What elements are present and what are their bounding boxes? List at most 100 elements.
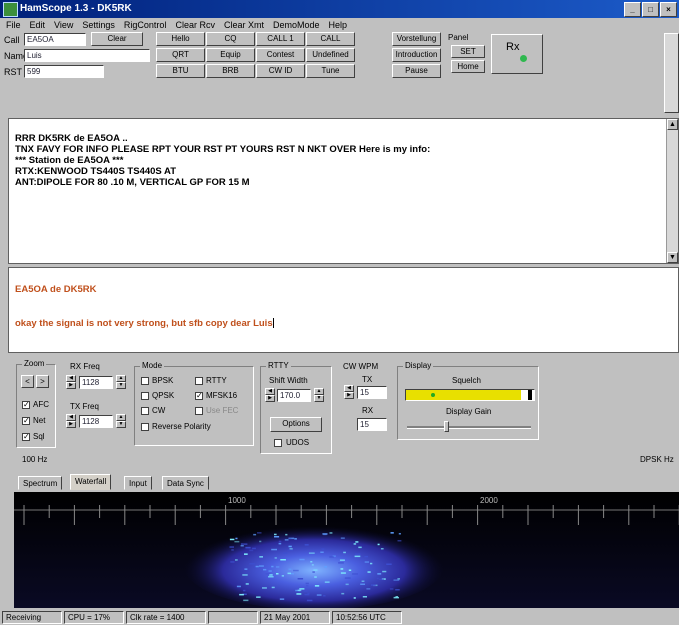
display-group: Display Squelch Display Gain xyxy=(397,361,539,440)
rxfreq-input[interactable]: 1128 xyxy=(79,376,113,389)
usefec-label: Use FEC xyxy=(206,406,239,415)
macro-qrt-button[interactable]: QRT xyxy=(156,48,205,62)
menu-demomode[interactable]: DemoMode xyxy=(273,18,320,32)
waterfall-streak xyxy=(239,593,244,596)
shift-width-spinner[interactable]: ▲ ▼ xyxy=(314,388,324,402)
udos-checkbox[interactable] xyxy=(274,439,282,447)
transmit-line-2: okay the signal is not very strong, but … xyxy=(15,318,274,329)
reverse-polarity-checkbox[interactable] xyxy=(141,423,149,431)
menu-clear-rcv[interactable]: Clear Rcv xyxy=(175,18,215,32)
tab-data-sync[interactable]: Data Sync xyxy=(162,476,209,490)
display-label: Display xyxy=(403,361,434,370)
macro-pause-button[interactable]: Pause xyxy=(392,64,441,78)
squelch-meter[interactable] xyxy=(405,389,535,401)
txfreq-left-spinner[interactable]: ◀ ▶ xyxy=(66,414,76,428)
scroll-down-icon[interactable]: ▼ xyxy=(667,252,678,263)
display-gain-thumb[interactable] xyxy=(444,421,449,432)
waterfall-streak xyxy=(344,577,351,579)
bpsk-checkbox[interactable] xyxy=(141,377,149,385)
macro-undefined-button[interactable]: Undefined xyxy=(306,48,355,62)
waterfall-tick-label-1000: 1000 xyxy=(228,496,246,505)
tab-spectrum[interactable]: Spectrum xyxy=(18,476,63,490)
tab-waterfall[interactable]: Waterfall xyxy=(70,474,112,490)
rxfreq-left-spinner[interactable]: ◀ ▶ xyxy=(66,375,76,389)
menu-file[interactable]: File xyxy=(6,18,21,32)
macro-call1-button[interactable]: CALL 1 xyxy=(256,32,305,46)
macro-call-button[interactable]: CALL xyxy=(306,32,355,46)
waterfall-streak xyxy=(353,543,357,545)
cw-tx-input[interactable]: 15 xyxy=(357,386,387,399)
transmit-pane[interactable]: EA5OA de DK5RK okay the signal is not ve… xyxy=(8,267,679,353)
macro-tune-button[interactable]: Tune xyxy=(306,64,355,78)
shift-left-spinner[interactable]: ◀ ▶ xyxy=(265,388,275,402)
sql-checkbox[interactable]: ✓ xyxy=(22,433,30,441)
txfreq-spinner[interactable]: ▲ ▼ xyxy=(116,414,126,428)
waterfall-streak xyxy=(263,568,267,571)
waterfall-streak xyxy=(367,571,371,573)
receive-pane[interactable]: RRR DK5RK de EA5OA .. TNX FAVY FOR INFO … xyxy=(8,118,679,264)
waterfall-streak xyxy=(245,546,251,549)
waterfall-streak xyxy=(313,569,318,571)
set-button[interactable]: SET xyxy=(451,45,485,58)
display-gain-track[interactable] xyxy=(407,421,531,432)
waterfall-streak xyxy=(395,589,400,591)
home-button[interactable]: Home xyxy=(451,60,485,73)
waterfall-streak xyxy=(377,543,380,546)
cw-rx-input[interactable]: 15 xyxy=(357,418,387,431)
mfsk16-checkbox[interactable]: ✓ xyxy=(195,392,203,400)
waterfall-streak xyxy=(340,572,346,574)
rxfreq-label: RX Freq xyxy=(70,362,100,371)
net-checkbox[interactable]: ✓ xyxy=(22,417,30,425)
macro-cq-button[interactable]: CQ xyxy=(206,32,255,46)
rxfreq-spinner[interactable]: ▲ ▼ xyxy=(116,375,126,389)
cw-checkbox[interactable] xyxy=(141,407,149,415)
zoom-in-button[interactable]: > xyxy=(36,375,49,388)
macro-btu-button[interactable]: BTU xyxy=(156,64,205,78)
txfreq-input[interactable]: 1128 xyxy=(79,415,113,428)
clear-button[interactable]: Clear xyxy=(91,32,143,46)
squelch-slider-thumb[interactable] xyxy=(528,390,532,400)
macro-contest-button[interactable]: Contest xyxy=(256,48,305,62)
minimize-button[interactable]: _ xyxy=(624,2,641,17)
title-bar[interactable]: HamScope 1.3 - DK5RK _ □ × xyxy=(0,0,679,18)
rtty-checkbox[interactable] xyxy=(195,377,203,385)
waterfall-streak xyxy=(340,537,345,539)
waterfall-streak xyxy=(343,551,346,554)
menu-rigcontrol[interactable]: RigControl xyxy=(124,18,167,32)
qpsk-checkbox[interactable] xyxy=(141,392,149,400)
close-button[interactable]: × xyxy=(660,2,677,17)
receive-scrollbar[interactable]: ▲ ▼ xyxy=(666,119,678,263)
macro-equip-button[interactable]: Equip xyxy=(206,48,255,62)
menu-settings[interactable]: Settings xyxy=(82,18,115,32)
cw-label: CW xyxy=(152,406,166,415)
call-input[interactable]: EA5OA xyxy=(24,33,86,46)
macro-brb-button[interactable]: BRB xyxy=(206,64,255,78)
cw-tx-left-spinner[interactable]: ◀ ▶ xyxy=(344,385,354,399)
top-scrollbar[interactable] xyxy=(664,33,679,113)
zoom-out-button[interactable]: < xyxy=(21,375,34,388)
squelch-marker-icon xyxy=(431,393,435,397)
menu-view[interactable]: View xyxy=(54,18,73,32)
macro-hello-button[interactable]: Hello xyxy=(156,32,205,46)
options-button[interactable]: Options xyxy=(270,417,322,432)
waterfall-streak xyxy=(230,561,235,563)
macro-introduction-button[interactable]: Introduction xyxy=(392,48,441,62)
afc-checkbox[interactable]: ✓ xyxy=(22,401,30,409)
scroll-up-icon[interactable]: ▲ xyxy=(667,119,678,130)
tab-input[interactable]: Input xyxy=(124,476,152,490)
waterfall-streak xyxy=(279,598,285,600)
shift-width-input[interactable]: 170.0 xyxy=(277,389,311,402)
macro-cwid-button[interactable]: CW ID xyxy=(256,64,305,78)
rx-indicator-button[interactable]: Rx xyxy=(491,34,543,74)
name-input[interactable]: Luis xyxy=(24,49,150,62)
waterfall-streak xyxy=(276,573,279,575)
rst-input[interactable]: 599 xyxy=(24,65,104,78)
waterfall-streak xyxy=(329,532,333,534)
menu-help[interactable]: Help xyxy=(329,18,348,32)
maximize-button[interactable]: □ xyxy=(642,2,659,17)
waterfall-display[interactable]: 1000 2000 xyxy=(14,492,679,608)
menu-edit[interactable]: Edit xyxy=(30,18,46,32)
menu-clear-xmt[interactable]: Clear Xmt xyxy=(224,18,264,32)
macro-vorstellung-button[interactable]: Vorstellung xyxy=(392,32,441,46)
usefec-checkbox[interactable] xyxy=(195,407,203,415)
